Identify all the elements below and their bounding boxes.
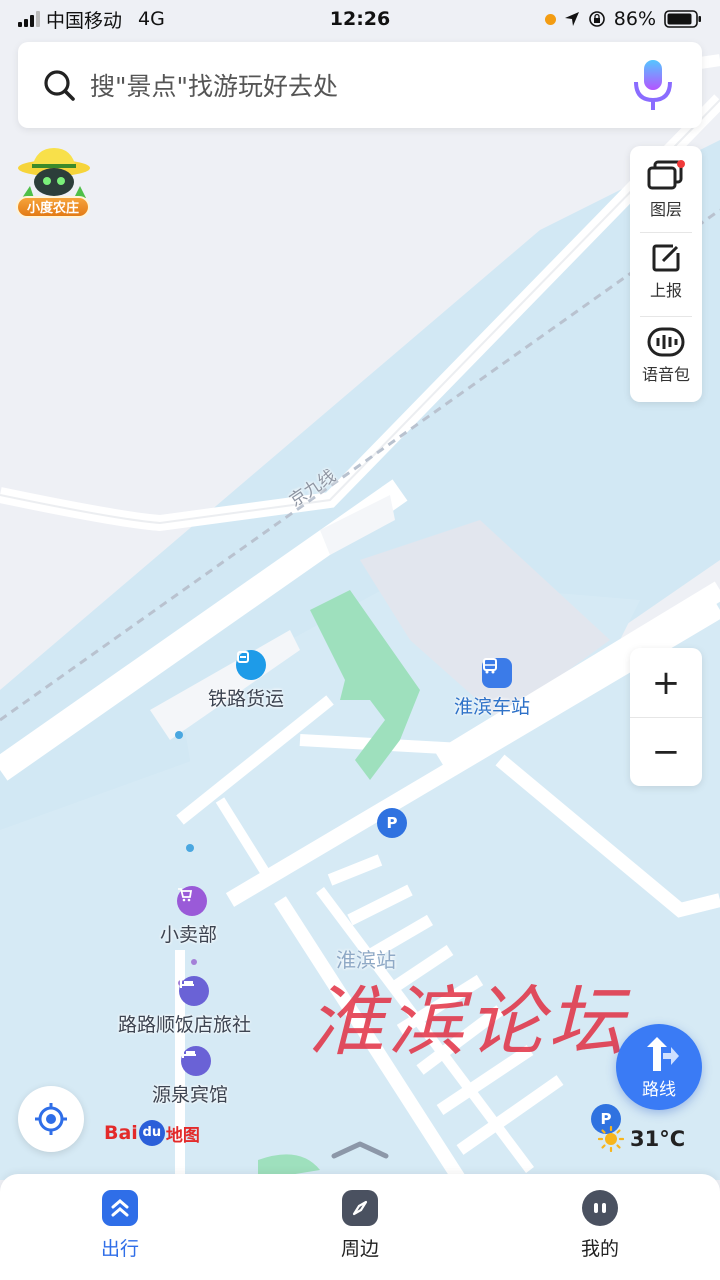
locate-crosshair-icon <box>35 1103 67 1135</box>
layers-label: 图层 <box>649 200 682 219</box>
poi-shop-label[interactable]: 小卖部 <box>160 920 217 947</box>
zoom-out-button[interactable]: − <box>630 717 702 786</box>
rotation-lock-icon <box>588 11 605 27</box>
nav-item-travel[interactable]: 出行 <box>0 1174 240 1280</box>
edit-report-icon <box>652 244 680 272</box>
voice-wave-icon <box>647 327 685 357</box>
nav-item-nearby[interactable]: 周边 <box>240 1174 480 1280</box>
nav-item-mine[interactable]: 我的 <box>480 1174 720 1280</box>
nav-mine-label: 我的 <box>580 1238 619 1260</box>
hotel-bed-icon[interactable] <box>179 976 209 1006</box>
route-button[interactable]: 路线 <box>616 1024 702 1110</box>
carrier-name: 中国移动 <box>46 9 123 32</box>
voice-pack-button[interactable]: 语音包 <box>630 316 702 396</box>
sun-icon <box>598 1126 624 1152</box>
nav-nearby-label: 周边 <box>340 1238 379 1260</box>
paw-icon: du <box>138 1120 165 1146</box>
map-tools-panel: 图层 上报 语音包 <box>630 146 702 402</box>
voice-mic-icon[interactable] <box>628 56 678 114</box>
poi-hotel2-label[interactable]: 源泉宾馆 <box>152 1080 228 1107</box>
farm-label: 小度农庄 <box>16 196 90 218</box>
search-bar[interactable]: 搜"景点"找游玩好去处 <box>18 42 702 128</box>
report-button[interactable]: 上报 <box>630 232 702 312</box>
nav-travel-label: 出行 <box>100 1238 139 1260</box>
forum-watermark: 淮滨论坛 <box>308 977 628 1066</box>
baidu-map-logo: Bai du 地图 <box>104 1120 200 1146</box>
farm-entry-badge[interactable]: 小度农庄 <box>14 146 94 222</box>
weather-widget[interactable]: 31°C <box>598 1126 685 1152</box>
logo-map-text: 地图 <box>165 1125 200 1146</box>
hotel-bed-icon[interactable] <box>181 1046 211 1076</box>
travel-chevrons-icon <box>102 1190 138 1226</box>
parking-icon[interactable]: P <box>377 808 407 838</box>
recording-dot-icon <box>544 13 556 25</box>
layers-button[interactable]: 图层 <box>630 150 702 230</box>
status-bar: 中国移动 4G 12:26 86% <box>0 0 720 38</box>
map-base <box>0 0 720 1280</box>
poi-station-label[interactable]: 淮滨车站 <box>454 692 530 719</box>
zoom-in-button[interactable]: + <box>630 648 702 717</box>
temperature: 31°C <box>630 1127 686 1151</box>
map-canvas[interactable]: 京九线 铁路货运 淮滨车站 P P 小卖部 路路顺饭店旅社 源泉宾馆 淮滨站 <box>0 0 720 1280</box>
battery-icon <box>664 10 701 28</box>
compass-icon <box>342 1190 378 1226</box>
profile-face-icon <box>582 1190 618 1226</box>
locate-me-button[interactable] <box>18 1086 84 1152</box>
location-arrow-icon <box>564 12 579 26</box>
search-placeholder[interactable]: 搜"景点"找游玩好去处 <box>90 67 628 103</box>
shop-cart-icon[interactable] <box>177 886 207 916</box>
freight-poi-icon[interactable] <box>236 650 266 680</box>
poi-hotel1-label[interactable]: 路路顺饭店旅社 <box>118 1010 251 1037</box>
signal-icon <box>18 11 40 27</box>
poi-freight-label[interactable]: 铁路货运 <box>208 684 284 711</box>
battery-percent: 86% <box>613 8 656 30</box>
logo-du: du <box>142 1125 162 1140</box>
search-icon <box>44 70 75 101</box>
layers-icon <box>647 160 685 190</box>
logo-bai: Bai <box>104 1122 138 1144</box>
route-arrow-icon <box>647 1036 679 1071</box>
route-label: 路线 <box>642 1079 676 1100</box>
voice-pack-label: 语音包 <box>641 365 690 384</box>
report-label: 上报 <box>649 281 682 300</box>
network-type: 4G <box>138 8 165 30</box>
bus-station-icon[interactable] <box>482 658 512 688</box>
zoom-control: + − <box>630 648 702 786</box>
drawer-chevron-icon[interactable] <box>330 1138 390 1160</box>
bottom-nav: 出行 周边 我的 <box>0 1174 720 1280</box>
